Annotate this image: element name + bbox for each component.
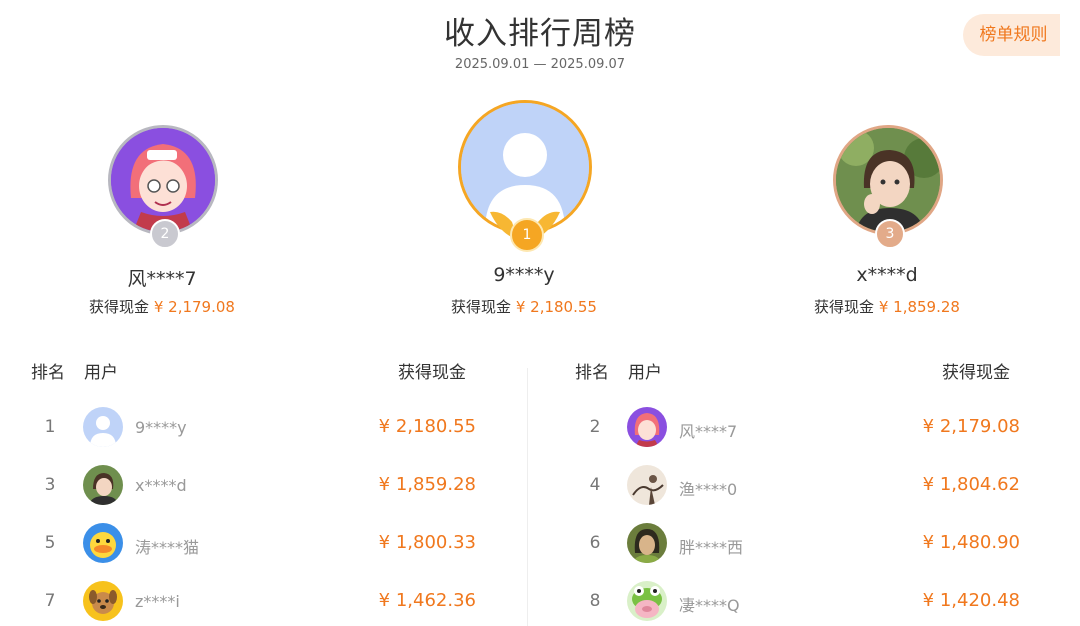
column-divider xyxy=(527,368,528,626)
rules-button[interactable]: 榜单规则 xyxy=(963,14,1060,56)
row-rank: 2 xyxy=(589,417,601,437)
podium-first[interactable]: 1 9****y 获得现金 ¥ 2,180.55 xyxy=(424,96,624,326)
right-cash-header: 获得现金 xyxy=(942,363,1010,383)
row-user-name: 风****7 xyxy=(679,422,738,441)
dog-avatar xyxy=(83,581,123,621)
row-rank: 3 xyxy=(44,475,56,495)
row-rank: 4 xyxy=(589,475,601,495)
frog-pig-avatar xyxy=(627,581,667,621)
girl-photo-avatar xyxy=(83,465,123,505)
row-rank: 7 xyxy=(44,591,56,611)
left-rank-header: 排名 xyxy=(31,363,65,383)
row-amount: ¥ 1,420.48 xyxy=(922,590,1020,611)
default-avatar-icon xyxy=(83,407,123,447)
podium-first-name: 9****y xyxy=(493,264,555,286)
podium-third[interactable]: 3 x****d 获得现金 ¥ 1,859.28 xyxy=(787,118,987,323)
right-user-header: 用户 xyxy=(628,363,662,383)
podium-second-cash: 获得现金 ¥ 2,179.08 xyxy=(89,298,235,316)
row-amount: ¥ 1,800.33 xyxy=(378,532,476,553)
row-user-name: 渔****0 xyxy=(679,480,738,499)
podium-second-name: 风****7 xyxy=(127,268,197,290)
rank-2-badge: 2 xyxy=(150,219,180,249)
right-rank-header: 排名 xyxy=(575,363,609,383)
ink-painting-avatar xyxy=(627,465,667,505)
left-user-header: 用户 xyxy=(84,363,118,383)
row-rank: 5 xyxy=(44,533,56,553)
date-range: 2025.09.01 — 2025.09.07 xyxy=(454,57,626,72)
duck-avatar xyxy=(83,523,123,563)
row-rank: 1 xyxy=(44,417,56,437)
row-user-name: 9****y xyxy=(135,418,187,437)
podium-third-name: x****d xyxy=(856,264,918,286)
left-cash-header: 获得现金 xyxy=(398,363,466,383)
character-avatar xyxy=(627,523,667,563)
row-user-name: 涛****猫 xyxy=(135,538,200,557)
podium-first-cash: 获得现金 ¥ 2,180.55 xyxy=(451,298,597,316)
anime-girl-avatar xyxy=(627,407,667,447)
podium-second[interactable]: 2 风****7 获得现金 ¥ 2,179.08 xyxy=(62,118,262,323)
page-title: 收入排行周榜 xyxy=(444,16,636,52)
row-amount: ¥ 2,180.55 xyxy=(378,416,476,437)
row-user-name: 胖****西 xyxy=(679,538,744,557)
row-user-name: 凄****Q xyxy=(679,596,740,615)
podium-third-cash: 获得现金 ¥ 1,859.28 xyxy=(814,298,960,316)
row-amount: ¥ 1,462.36 xyxy=(378,590,476,611)
row-rank: 8 xyxy=(589,591,601,611)
rank-1-badge: 1 xyxy=(510,218,544,252)
rank-3-badge: 3 xyxy=(875,219,905,249)
row-amount: ¥ 1,480.90 xyxy=(922,532,1020,553)
row-rank: 6 xyxy=(589,533,601,553)
row-amount: ¥ 1,859.28 xyxy=(378,474,476,495)
row-amount: ¥ 2,179.08 xyxy=(922,416,1020,437)
row-user-name: x****d xyxy=(135,476,187,495)
row-amount: ¥ 1,804.62 xyxy=(922,474,1020,495)
row-user-name: z****i xyxy=(135,592,180,611)
